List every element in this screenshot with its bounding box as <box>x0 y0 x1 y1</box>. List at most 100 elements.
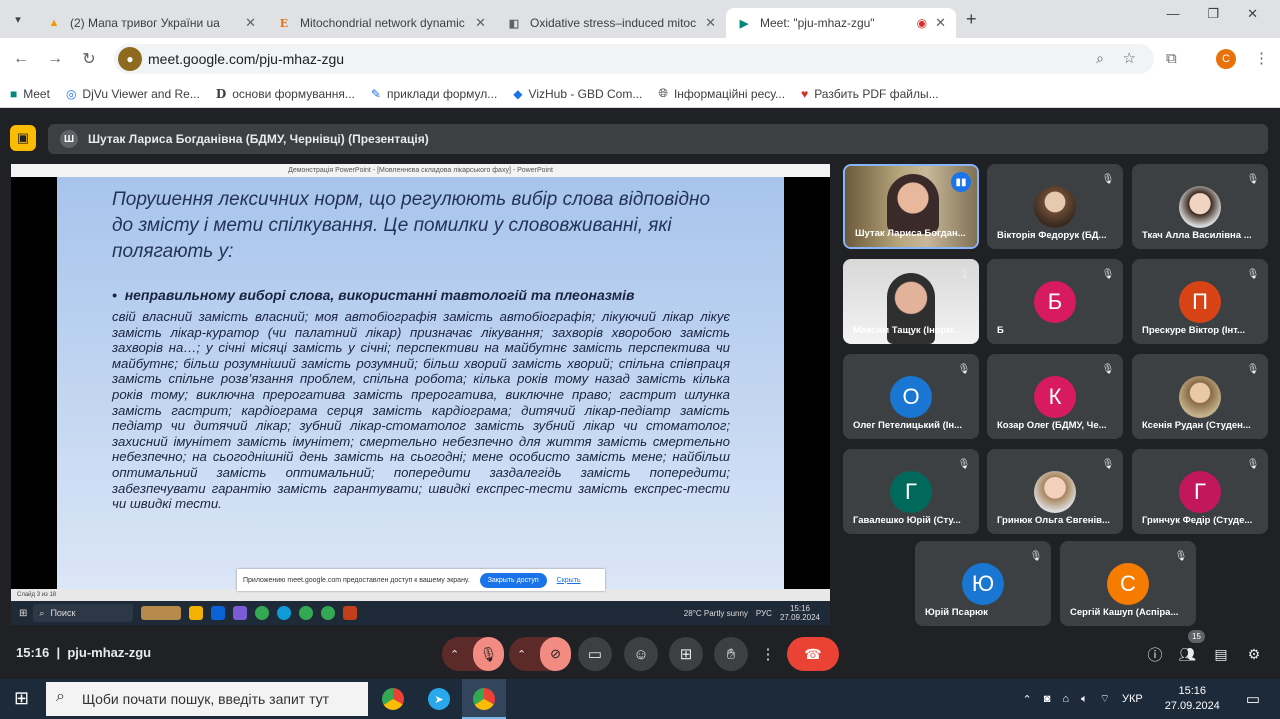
participant-avatar: Б <box>1034 281 1076 323</box>
extensions-icon[interactable]: ⧉ <box>1166 50 1177 67</box>
wifi-icon[interactable]: ⌔ <box>1100 692 1110 706</box>
tab-meet[interactable]: ▶ Meet: "pju-mhaz-zgu" ◉ ✕ <box>726 8 956 38</box>
chrome-active-button[interactable] <box>462 679 506 719</box>
participant-tile[interactable]: ▮▮ Шутак Лариса Богдан... <box>843 164 979 249</box>
tab-title: Mitochondrial network dynamic <box>300 16 465 30</box>
camera-control[interactable]: ⌃ ⊘ <box>509 637 571 671</box>
tab-mitochondrial[interactable]: E Mitochondrial network dynamic ✕ <box>266 8 496 38</box>
meet-area: ▣ Ш Шутак Лариса Богданівна (БДМУ, Черні… <box>0 114 1280 679</box>
image-thumb-icon <box>141 606 182 620</box>
more-options-icon[interactable]: ⋮ <box>758 637 778 671</box>
close-window-button[interactable]: ✕ <box>1247 6 1258 22</box>
bookmark-osnovy[interactable]: Dоснови формування... <box>216 87 355 101</box>
notification-text: Приложению meet.google.com предоставлен … <box>243 576 470 584</box>
flame-icon: ▲ <box>48 17 60 29</box>
shared-date: 27.09.2024 <box>779 613 820 622</box>
tab-strip: ▾ ▲ (2) Мапа тривог України ua ✕ E Mitoc… <box>0 0 1280 38</box>
zoom-icon[interactable]: ⌕ <box>1096 50 1104 67</box>
bookmark-djvu[interactable]: ◎ DjVu Viewer and Re... <box>66 87 200 101</box>
participant-tile[interactable]: 🎙︎ Гринюк Ольга Євгенів... <box>987 449 1123 534</box>
participant-tile[interactable]: 🎙︎ Ткач Алла Василівна ... <box>1132 164 1268 249</box>
bookmark-resources[interactable]: 🌐︎ Інформаційні ресу... <box>658 86 785 101</box>
emoji-icon[interactable]: ☺ <box>624 637 658 671</box>
stop-sharing-button[interactable]: Закрыть доступ <box>479 572 547 588</box>
close-icon[interactable]: ✕ <box>935 15 946 31</box>
close-icon[interactable]: ✕ <box>705 15 716 31</box>
participant-name: Б <box>997 325 1004 336</box>
tab-title: Meet: "pju-mhaz-zgu" <box>760 16 875 30</box>
participant-tile[interactable]: С 🎙︎ Сергій Кашуп (Аспіра... <box>1060 541 1196 626</box>
mic-off-icon: 🎙︎ <box>1246 458 1260 470</box>
minimize-button[interactable]: — <box>1166 6 1179 22</box>
windows-start-icon[interactable]: ⊞ <box>14 688 29 709</box>
end-call-button[interactable]: ☎︎ <box>787 637 839 671</box>
slide-body: свій власний замість власний; моя автобі… <box>112 309 730 512</box>
camera-icon[interactable]: ◙ <box>1044 693 1051 705</box>
reload-icon[interactable]: ↻ <box>72 49 106 69</box>
participant-tile[interactable]: П 🎙︎ Прескуре Віктор (Інт... <box>1132 259 1268 344</box>
slide-title: Порушення лексичних норм, що регулюють в… <box>112 189 711 262</box>
mic-control[interactable]: ⌃ 🎙︎ <box>442 637 504 671</box>
participant-tile[interactable]: 🎙︎ Вікторія Федорук (БД... <box>987 164 1123 249</box>
captions-icon[interactable]: ▭ <box>578 637 612 671</box>
participant-tile[interactable]: Г 🎙︎ Гринчук Федір (Студе... <box>1132 449 1268 534</box>
bookmark-pdf[interactable]: ♥ Разбить PDF файлы... <box>801 87 939 101</box>
notifications-icon[interactable]: ▭ <box>1246 690 1260 708</box>
meeting-code: pju-mhaz-zgu <box>67 645 152 660</box>
participant-photo <box>1179 186 1221 228</box>
new-tab-button[interactable]: + <box>966 9 977 30</box>
clock-time: 15:16 <box>1178 685 1207 697</box>
close-icon[interactable]: ✕ <box>475 15 486 31</box>
tab-search-icon[interactable]: ▾ <box>0 13 36 26</box>
participant-tile[interactable]: Г 🎙︎ Гавалешко Юрій (Сту... <box>843 449 979 534</box>
tab-title: (2) Мапа тривог України ua <box>70 16 220 30</box>
chevron-up-icon[interactable]: ⌃ <box>517 648 526 661</box>
url-field[interactable]: ● meet.google.com/pju-mhaz-zgu ⌕ ☆ <box>114 44 1154 74</box>
participant-tile[interactable]: 🎙︎ Максим Тащук (Інорм... <box>843 259 979 344</box>
activities-icon[interactable]: ⚙︎ <box>1243 637 1265 671</box>
participant-tile[interactable]: 🎙︎ Ксенія Рудан (Студен... <box>1132 354 1268 439</box>
profile-avatar[interactable]: C <box>1216 49 1236 69</box>
forward-icon[interactable]: → <box>38 50 72 68</box>
clock[interactable]: 15:16 27.09.2024 <box>1165 684 1220 714</box>
network-icon[interactable]: ⌂ <box>1062 693 1069 705</box>
menu-icon[interactable]: ⋮ <box>1254 49 1269 67</box>
powerpoint-icon <box>343 606 358 620</box>
bookmark-pryklady[interactable]: ✎ приклади формул... <box>371 87 497 101</box>
participant-tile[interactable]: К 🎙︎ Козар Олег (БДМУ, Че... <box>987 354 1123 439</box>
mic-off-icon[interactable]: 🎙︎ <box>473 637 504 671</box>
taskbar-search-placeholder: Щоби почати пошук, введіть запит тут <box>82 691 330 707</box>
close-icon[interactable]: ✕ <box>245 15 256 31</box>
participant-count-badge: 15 <box>1188 630 1205 643</box>
taskbar-search[interactable]: ⌕ Щоби почати пошук, введіть запит тут <box>46 682 368 716</box>
participant-tile[interactable]: О 🎙︎ Олег Петелицький (Ін... <box>843 354 979 439</box>
shared-time: 15:16 <box>789 604 810 613</box>
hide-link[interactable]: Скрыть <box>557 577 581 584</box>
system-tray: ⌃ ◙ ⌂ 🔈︎ ⌔ УКР 15:16 27.09.2024 ▭ <box>1023 679 1280 719</box>
star-icon[interactable]: ☆ <box>1123 49 1136 67</box>
participant-photo <box>1034 471 1076 513</box>
presentation-icon[interactable]: ▣ <box>10 125 36 151</box>
chrome-icon[interactable] <box>382 688 404 710</box>
slide-bullet-text: неправильному виборі слова, використанні… <box>124 287 635 303</box>
present-icon[interactable]: ⊞ <box>669 637 703 671</box>
chevron-up-icon[interactable]: ⌃ <box>1023 693 1032 706</box>
telegram-icon[interactable]: ➤ <box>428 688 450 710</box>
back-icon[interactable]: ← <box>4 50 38 68</box>
info-icon[interactable]: ⓘ <box>1144 637 1166 671</box>
participant-tile[interactable]: Б 🎙︎ Б <box>987 259 1123 344</box>
raise-hand-icon[interactable]: ✋︎ <box>714 637 748 671</box>
restore-button[interactable]: ❐ <box>1207 6 1219 22</box>
tab-alerts-map[interactable]: ▲ (2) Мапа тривог України ua ✕ <box>36 8 266 38</box>
volume-icon[interactable]: 🔈︎ <box>1081 693 1088 706</box>
tab-oxidative[interactable]: ◧ Oxidative stress–induced mitoc ✕ <box>496 8 726 38</box>
participant-name: Ткач Алла Василівна ... <box>1142 230 1252 241</box>
site-info-icon[interactable]: ● <box>118 47 142 71</box>
chevron-up-icon[interactable]: ⌃ <box>450 648 459 661</box>
language-indicator[interactable]: УКР <box>1122 693 1143 705</box>
camera-off-icon[interactable]: ⊘ <box>540 637 571 671</box>
chat-icon[interactable]: ▤ <box>1210 637 1232 671</box>
participant-tile[interactable]: Ю 🎙︎ Юрій Псарюк <box>915 541 1051 626</box>
bookmark-vizhub[interactable]: ◆ VizHub - GBD Com... <box>513 87 642 101</box>
bookmark-meet[interactable]: ■ Meet <box>10 87 50 101</box>
